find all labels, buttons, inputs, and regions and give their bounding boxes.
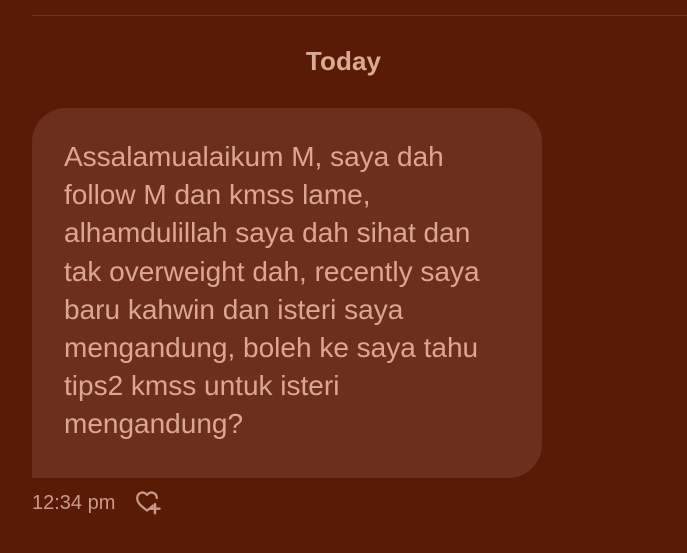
message-meta: 12:34 pm	[32, 488, 163, 518]
heart-plus-icon	[136, 491, 162, 515]
react-button[interactable]	[131, 486, 163, 518]
received-message: Assalamualaikum M, saya dah follow M dan…	[32, 108, 542, 478]
top-divider	[32, 15, 687, 16]
message-timestamp: 12:34 pm	[32, 492, 116, 514]
message-bubble[interactable]: Assalamualaikum M, saya dah follow M dan…	[32, 108, 542, 478]
date-separator: Today	[305, 46, 382, 76]
message-text: Assalamualaikum M, saya dah follow M dan…	[64, 141, 480, 440]
